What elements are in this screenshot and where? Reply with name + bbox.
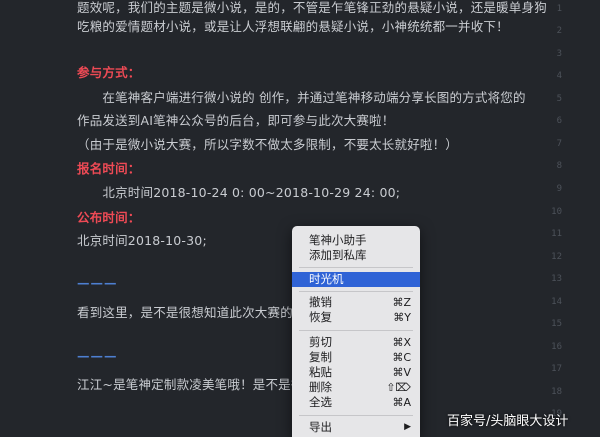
line-number-gutter: 1 2 3 4 5 6 7 8 9 10 11 12 13 14 15 16 1… xyxy=(550,0,600,437)
menu-item-delete[interactable]: 删除 ⇧⌦ xyxy=(292,380,420,395)
text-line: 在笔神客户端进行微小说的 创作，并通过笔神移动端分享长图的方式将您的 xyxy=(77,90,526,105)
line-number: 5 xyxy=(556,94,562,104)
menu-item-undo[interactable]: 撤销 ⌘Z xyxy=(292,295,420,310)
line-number: 2 xyxy=(556,26,562,36)
shortcut-label: ⌘C xyxy=(392,351,411,364)
menu-item-add-private[interactable]: 添加到私库 xyxy=(292,248,420,263)
line-number: 9 xyxy=(556,184,562,194)
menu-item-label: 导出 xyxy=(309,420,332,434)
shortcut-label: ⌘Y xyxy=(393,311,411,324)
section-heading: 公布时间： xyxy=(77,210,141,225)
text-line: （由于是微小说大赛，所以字数不做太多限制，不要太长就好啦！） xyxy=(77,137,459,152)
shortcut-label: ⌘V xyxy=(392,366,411,379)
line-number: 8 xyxy=(556,161,562,171)
line-number: 6 xyxy=(556,116,562,126)
menu-item-assistant[interactable]: 笔神小助手 xyxy=(292,233,420,248)
line-number: 3 xyxy=(556,49,562,59)
menu-item-time-machine[interactable]: 时光机 xyxy=(292,272,420,287)
menu-separator xyxy=(299,267,413,268)
shortcut-label: ⌘A xyxy=(392,396,411,409)
menu-item-label: 时光机 xyxy=(309,272,344,286)
menu-item-label: 全选 xyxy=(309,395,332,409)
menu-separator xyxy=(299,291,413,292)
shortcut-label: ⇧⌦ xyxy=(386,381,411,394)
text-line: 作品发送到AI笔神公众号的后台，即可参与此次大赛啦！ xyxy=(77,113,395,128)
line-number: 10 xyxy=(551,207,562,217)
line-number: 16 xyxy=(551,342,562,352)
menu-item-label: 复制 xyxy=(309,350,332,364)
line-number: 15 xyxy=(551,319,562,329)
menu-item-redo[interactable]: 恢复 ⌘Y xyxy=(292,310,420,325)
menu-item-label: 笔神小助手 xyxy=(309,233,367,247)
horizontal-rule: ——— xyxy=(77,275,118,290)
menu-item-label: 恢复 xyxy=(309,310,332,324)
line-number: 13 xyxy=(551,274,562,284)
line-number: 1 xyxy=(556,4,562,14)
line-number: 14 xyxy=(551,297,562,307)
text-line: 江江~是笔神定制款凌美笔哦！是不是很 xyxy=(77,377,304,392)
menu-item-label: 添加到私库 xyxy=(309,248,367,262)
section-heading: 报名时间： xyxy=(77,161,141,176)
horizontal-rule: ——— xyxy=(77,348,118,363)
menu-item-export[interactable]: 导出 ▶ xyxy=(292,420,420,435)
line-number: 4 xyxy=(556,71,562,81)
shortcut-label: ⌘X xyxy=(392,336,411,349)
line-number: 17 xyxy=(551,364,562,374)
section-heading: 参与方式： xyxy=(77,65,141,80)
line-number: 18 xyxy=(551,387,562,397)
line-number: 11 xyxy=(551,229,562,239)
text-line: 看到这里，是不是很想知道此次大赛的奖 xyxy=(77,305,306,320)
menu-separator xyxy=(299,415,413,416)
line-number: 12 xyxy=(551,252,562,262)
submenu-arrow-icon: ▶ xyxy=(404,422,411,432)
text-line: 北京时间2018-10-30; xyxy=(77,233,207,248)
context-menu: 笔神小助手 添加到私库 时光机 撤销 ⌘Z 恢复 ⌘Y 剪切 ⌘X 复制 ⌘C … xyxy=(292,226,420,437)
line-number: 7 xyxy=(556,139,562,149)
menu-separator xyxy=(299,330,413,331)
menu-item-cut[interactable]: 剪切 ⌘X xyxy=(292,335,420,350)
watermark: 百家号/头脑眼大设计 xyxy=(447,414,569,429)
menu-item-select-all[interactable]: 全选 ⌘A xyxy=(292,395,420,410)
menu-item-label: 撤销 xyxy=(309,295,332,309)
menu-item-label: 剪切 xyxy=(309,335,332,349)
text-line: 题效呢，我们的主题是微小说，是的，不管是乍笔锋正劲的悬疑小说，还是暖单身狗 xyxy=(77,0,547,15)
menu-item-label: 删除 xyxy=(309,380,332,394)
text-line: 吃粮的爱情题材小说，或是让人浮想联翩的悬疑小说，小神统统都一并收下！ xyxy=(77,19,509,34)
text-line: 北京时间2018-10-24 0: 00~2018-10-29 24: 00; xyxy=(77,185,401,200)
menu-item-copy[interactable]: 复制 ⌘C xyxy=(292,350,420,365)
shortcut-label: ⌘Z xyxy=(392,296,411,309)
menu-item-label: 粘贴 xyxy=(309,365,332,379)
menu-item-paste[interactable]: 粘贴 ⌘V xyxy=(292,365,420,380)
